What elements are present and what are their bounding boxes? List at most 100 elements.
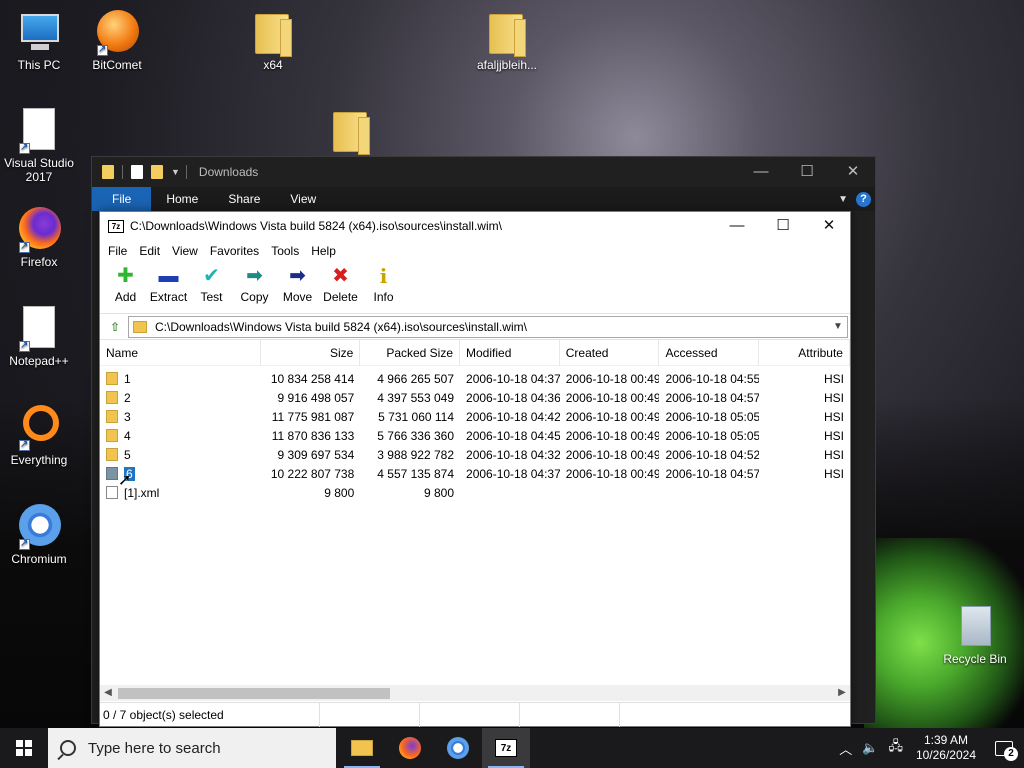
menu-file[interactable]: File <box>102 244 133 258</box>
column-header-packed-size[interactable]: Packed Size <box>360 340 461 366</box>
tab-home[interactable]: Home <box>151 187 213 211</box>
desktop-icon-notepadpp[interactable]: Notepad++ <box>0 304 78 368</box>
firefox-icon <box>399 737 421 759</box>
cell-packed-size: 4 966 265 507 <box>377 371 455 386</box>
desktop-icon-bitcomet[interactable]: BitComet <box>78 8 156 72</box>
table-row[interactable]: 5 9 309 697 534 3 988 922 782 2006-10-18… <box>100 445 850 464</box>
column-header-attribute[interactable]: Attribute <box>759 340 850 366</box>
table-row[interactable]: 1 10 834 258 414 4 966 265 507 2006-10-1… <box>100 369 850 388</box>
desktop-icon-x64[interactable]: x64 <box>234 8 312 72</box>
taskbar-firefox[interactable] <box>386 728 434 768</box>
test-button[interactable]: ✔ Test <box>190 264 233 304</box>
scrollbar-thumb[interactable] <box>118 688 390 699</box>
cell-size: 9 800 <box>324 485 355 500</box>
taskbar-chromium[interactable] <box>434 728 482 768</box>
sevenzip-title-bar[interactable]: 7z C:\Downloads\Windows Vista build 5824… <box>100 212 850 240</box>
chevron-down-icon[interactable]: ▼ <box>829 321 847 332</box>
tab-view[interactable]: View <box>275 187 331 211</box>
folder-icon <box>106 391 118 404</box>
cell-modified: 2006-10-18 04:36 <box>466 390 560 405</box>
recycle-bin-icon <box>961 606 991 646</box>
delete-button[interactable]: ✖ Delete <box>319 264 362 304</box>
info-button[interactable]: i Info <box>362 264 405 304</box>
desktop-icon-this-pc[interactable]: This PC <box>0 8 78 72</box>
taskbar-7zip[interactable]: 7z <box>482 728 530 768</box>
minimize-button[interactable]: — <box>714 212 760 240</box>
computer-icon <box>21 14 59 50</box>
mouse-cursor-icon: ➚ <box>118 472 132 489</box>
extract-button[interactable]: ▬ Extract <box>147 264 190 304</box>
table-row[interactable]: 4 11 870 836 133 5 766 336 360 2006-10-1… <box>100 426 850 445</box>
column-header-accessed[interactable]: Accessed <box>659 340 760 366</box>
shortcut-arrow-icon <box>19 537 30 551</box>
new-folder-icon[interactable] <box>151 165 163 179</box>
desktop-icon-visual-studio[interactable]: Visual Studio 2017 <box>0 106 78 184</box>
scroll-right-icon[interactable]: ▶ <box>834 685 850 701</box>
scroll-left-icon[interactable]: ◀ <box>100 685 116 701</box>
divider <box>122 165 123 179</box>
chevron-down-icon[interactable]: ▼ <box>838 194 848 205</box>
folder-icon <box>133 320 147 333</box>
menu-favorites[interactable]: Favorites <box>204 244 265 258</box>
sevenzip-window[interactable]: 7z C:\Downloads\Windows Vista build 5824… <box>99 211 851 727</box>
column-header-created[interactable]: Created <box>560 340 660 366</box>
close-button[interactable]: ✕ <box>806 212 852 240</box>
explorer-title-bar[interactable]: ▼ Downloads — ☐ ✕ <box>92 157 875 187</box>
up-folder-icon[interactable]: ⇧ <box>102 316 128 338</box>
maximize-button[interactable]: ☐ <box>760 212 806 240</box>
start-button[interactable] <box>0 728 48 768</box>
table-row[interactable]: 2 9 916 498 057 4 397 553 049 2006-10-18… <box>100 388 850 407</box>
notification-count: 2 <box>1004 747 1018 761</box>
desktop-icon-folder[interactable] <box>312 106 390 156</box>
maximize-button[interactable]: ☐ <box>784 162 830 184</box>
help-icon[interactable]: ? <box>856 191 871 207</box>
cell-attribute: HSI <box>823 390 844 405</box>
toolbar-label: Test <box>200 290 223 304</box>
tab-file[interactable]: File <box>92 187 152 211</box>
cell-name: 3 <box>124 409 131 424</box>
volume-muted-icon[interactable]: 🔈 <box>857 740 883 756</box>
chevron-up-icon[interactable]: ︿ <box>834 739 857 758</box>
taskbar-file-explorer[interactable] <box>338 728 386 768</box>
clock[interactable]: 1:39 AM 10/26/2024 <box>908 733 984 763</box>
address-combobox[interactable]: C:\Downloads\Windows Vista build 5824 (x… <box>128 315 848 338</box>
desktop-icon-firefox[interactable]: Firefox <box>0 205 78 269</box>
taskbar-search[interactable]: Type here to search <box>48 728 336 768</box>
close-button[interactable]: ✕ <box>830 162 876 184</box>
menu-view[interactable]: View <box>166 244 204 258</box>
menu-tools[interactable]: Tools <box>265 244 305 258</box>
cell-attribute: HSI <box>823 428 844 443</box>
move-button[interactable]: ➡ Move <box>276 264 319 304</box>
menu-help[interactable]: Help <box>305 244 342 258</box>
horizontal-scrollbar[interactable]: ◀ ▶ <box>100 685 850 701</box>
menu-edit[interactable]: Edit <box>133 244 166 258</box>
desktop-icon-everything[interactable]: Everything <box>0 403 78 467</box>
column-header-modified[interactable]: Modified <box>460 340 560 366</box>
table-row[interactable]: [1].xml 9 800 9 800 <box>100 483 850 502</box>
file-list[interactable]: Name Size Packed Size Modified Created A… <box>100 340 850 690</box>
list-header: Name Size Packed Size Modified Created A… <box>100 340 850 366</box>
shortcut-arrow-icon <box>19 141 30 155</box>
desktop-icon-label: BitComet <box>92 58 142 72</box>
desktop-icon-recycle-bin[interactable]: Recycle Bin <box>936 602 1014 666</box>
chevron-down-icon[interactable]: ▼ <box>171 167 180 177</box>
properties-icon[interactable] <box>131 165 143 179</box>
add-button[interactable]: ✚ Add <box>104 264 147 304</box>
table-row-selected[interactable]: 6 10 222 807 738 4 557 135 874 2006-10-1… <box>100 464 850 483</box>
table-row[interactable]: 3 11 775 981 087 5 731 060 114 2006-10-1… <box>100 407 850 426</box>
desktop-icon-afaljjbleih[interactable]: afaljjbleih... <box>468 8 546 72</box>
status-bar: 0 / 7 object(s) selected <box>100 702 850 727</box>
column-header-size[interactable]: Size <box>261 340 361 366</box>
notification-center-button[interactable]: 2 <box>984 728 1024 768</box>
address-path[interactable]: C:\Downloads\Windows Vista build 5824 (x… <box>155 320 829 334</box>
network-icon[interactable]: 🖧 <box>883 737 908 759</box>
desktop-icon-chromium[interactable]: Chromium <box>0 502 78 566</box>
folder-icon <box>333 112 370 155</box>
column-header-name[interactable]: Name <box>100 340 261 366</box>
copy-button[interactable]: ➡ Copy <box>233 264 276 304</box>
folder-icon <box>255 14 292 57</box>
tab-share[interactable]: Share <box>213 187 275 211</box>
minimize-button[interactable]: — <box>738 162 784 184</box>
folder-icon <box>106 410 118 423</box>
cell-created: 2006-10-18 00:49 <box>565 390 660 405</box>
